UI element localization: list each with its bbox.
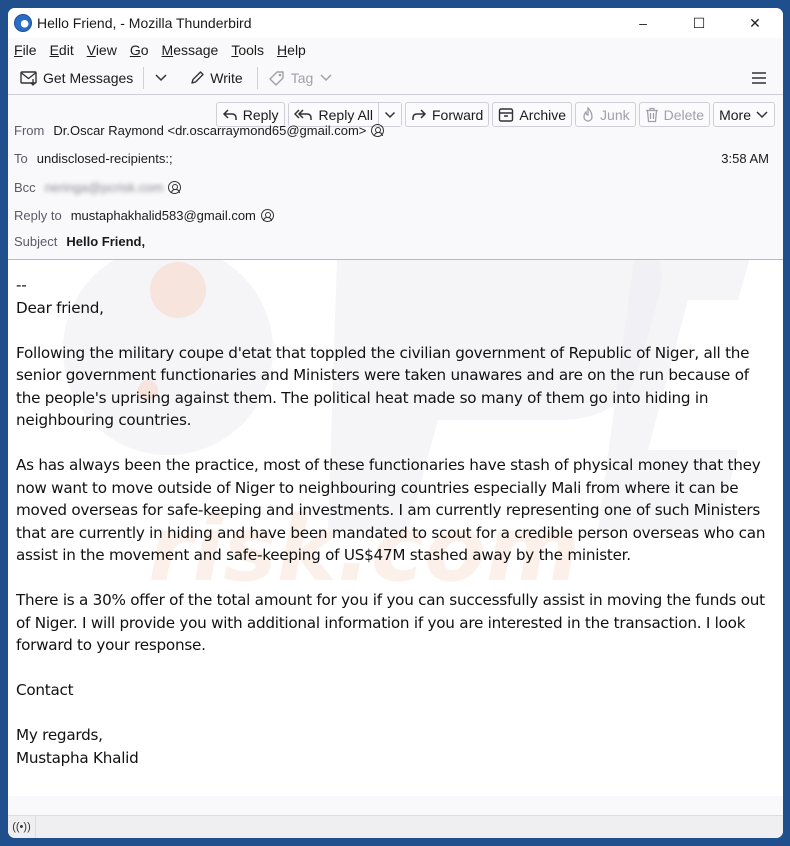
status-bar: ((•)) <box>8 815 783 838</box>
toolbar-separator <box>256 67 258 89</box>
to-row: To undisclosed-recipients:; <box>14 151 173 166</box>
contact-line: Contact <box>16 681 74 699</box>
message-text: -- Dear friend, Following the military c… <box>16 274 775 769</box>
menu-tools[interactable]: Tools <box>231 42 264 58</box>
reply-to-row: Reply to mustaphakhalid583@gmail.com <box>14 208 274 223</box>
main-toolbar: Get Messages Write Tag <box>8 62 783 95</box>
menu-label: dit <box>58 42 74 58</box>
add-contact-icon[interactable] <box>260 209 274 222</box>
greeting: Dear friend, <box>16 298 104 317</box>
tag-button[interactable]: Tag <box>264 65 343 91</box>
paragraph-1: Following the military coupe d'etat that… <box>16 343 754 430</box>
more-label: More <box>719 106 751 123</box>
bcc-row: Bcc neringa@pcrisk.com <box>14 180 182 195</box>
window-controls: – ☐ ✕ <box>615 8 783 38</box>
menu-accel: M <box>161 42 174 58</box>
menu-go[interactable]: Go <box>130 42 149 58</box>
menu-file[interactable]: File <box>14 42 37 58</box>
menu-label: elp <box>287 42 306 58</box>
chevron-down-icon <box>320 74 332 82</box>
junk-flame-icon <box>583 106 593 122</box>
tag-label: Tag <box>290 70 314 86</box>
get-messages-button[interactable]: Get Messages <box>16 65 137 91</box>
menu-edit[interactable]: Edit <box>50 42 74 58</box>
delete-label: Delete <box>663 106 705 123</box>
reply-icon <box>222 108 237 120</box>
message-header: Reply Reply All Forward Archive Junk Del… <box>8 95 783 260</box>
forward-label: Forward <box>432 106 484 123</box>
window-title: Hello Friend, - Mozilla Thunderbird <box>37 15 252 31</box>
to-label: To <box>14 151 28 166</box>
write-label: Write <box>210 70 243 86</box>
menu-label: ile <box>22 42 37 58</box>
message-date: 3:58 AM <box>721 151 769 166</box>
hamburger-menu-icon <box>752 72 766 84</box>
maximize-button[interactable]: ☐ <box>671 8 727 38</box>
signature-separator: -- <box>16 276 27 294</box>
archive-icon <box>499 107 514 122</box>
app-menu-button[interactable] <box>749 68 769 88</box>
subject-row: Subject Hello Friend, <box>14 234 145 249</box>
close-button[interactable]: ✕ <box>727 8 783 38</box>
archive-label: Archive <box>519 106 567 123</box>
menu-accel: V <box>86 42 96 58</box>
menu-label: ools <box>238 42 265 58</box>
menu-label: essage <box>173 42 219 58</box>
paragraph-2: As has always been the practice, most of… <box>16 456 770 564</box>
delete-button[interactable]: Delete <box>638 102 711 127</box>
junk-label: Junk <box>600 106 630 123</box>
paragraph-3: There is a 30% offer of the total amount… <box>16 591 770 654</box>
get-messages-dropdown[interactable] <box>150 65 177 91</box>
menu-help[interactable]: Help <box>277 42 306 58</box>
thunderbird-window: Hello Friend, - Mozilla Thunderbird – ☐ … <box>8 8 783 838</box>
subject-label: Subject <box>14 234 58 249</box>
chevron-down-icon <box>756 110 768 118</box>
tag-icon <box>268 71 284 86</box>
menu-accel: G <box>129 42 141 58</box>
title-bar: Hello Friend, - Mozilla Thunderbird – ☐ … <box>8 8 783 38</box>
closing: My regards, <box>16 726 103 744</box>
get-messages-label: Get Messages <box>43 70 134 86</box>
from-value[interactable]: Dr.Oscar Raymond <dr.oscarraymond65@gmai… <box>53 123 366 138</box>
add-contact-icon[interactable] <box>168 181 182 194</box>
menu-accel: E <box>49 42 59 58</box>
chevron-down-icon <box>384 111 396 118</box>
reply-label: Reply <box>242 106 279 123</box>
more-button[interactable]: More <box>713 102 775 127</box>
menu-label: iew <box>95 42 117 58</box>
junk-button[interactable]: Junk <box>575 102 636 127</box>
chevron-down-icon <box>155 74 167 82</box>
menu-label: o <box>140 42 149 58</box>
toolbar-separator <box>143 67 145 89</box>
from-row: From Dr.Oscar Raymond <dr.oscarraymond65… <box>14 123 385 138</box>
to-value[interactable]: undisclosed-recipients:; <box>37 151 173 166</box>
thunderbird-logo-icon <box>14 14 32 32</box>
bcc-value[interactable]: neringa@pcrisk.com <box>45 180 164 195</box>
trash-icon <box>645 107 658 122</box>
reply-to-value[interactable]: mustaphakhalid583@gmail.com <box>71 208 256 223</box>
menu-accel: H <box>277 42 288 58</box>
get-messages-icon <box>20 71 37 86</box>
reply-all-label: Reply All <box>318 106 373 123</box>
write-button[interactable]: Write <box>185 65 246 91</box>
archive-button[interactable]: Archive <box>492 102 573 127</box>
reply-to-label: Reply to <box>14 208 62 223</box>
activity-icon[interactable]: ((•)) <box>8 816 36 838</box>
message-body: risk.com -- Dear friend, Following the m… <box>8 260 783 796</box>
pencil-icon <box>191 71 204 84</box>
add-contact-icon[interactable] <box>371 124 385 137</box>
minimize-button[interactable]: – <box>615 8 671 38</box>
menu-bar: File Edit View Go Message Tools Help <box>8 38 783 62</box>
menu-accel: F <box>14 42 23 58</box>
forward-button[interactable]: Forward <box>405 102 490 127</box>
subject-value: Hello Friend, <box>66 234 146 249</box>
menu-view[interactable]: View <box>87 42 117 58</box>
from-label: From <box>14 123 45 138</box>
forward-icon <box>412 108 427 120</box>
menu-message[interactable]: Message <box>162 42 219 58</box>
bcc-label: Bcc <box>14 180 36 195</box>
signature: Mustapha Khalid <box>16 748 139 767</box>
reply-all-icon <box>293 108 312 120</box>
